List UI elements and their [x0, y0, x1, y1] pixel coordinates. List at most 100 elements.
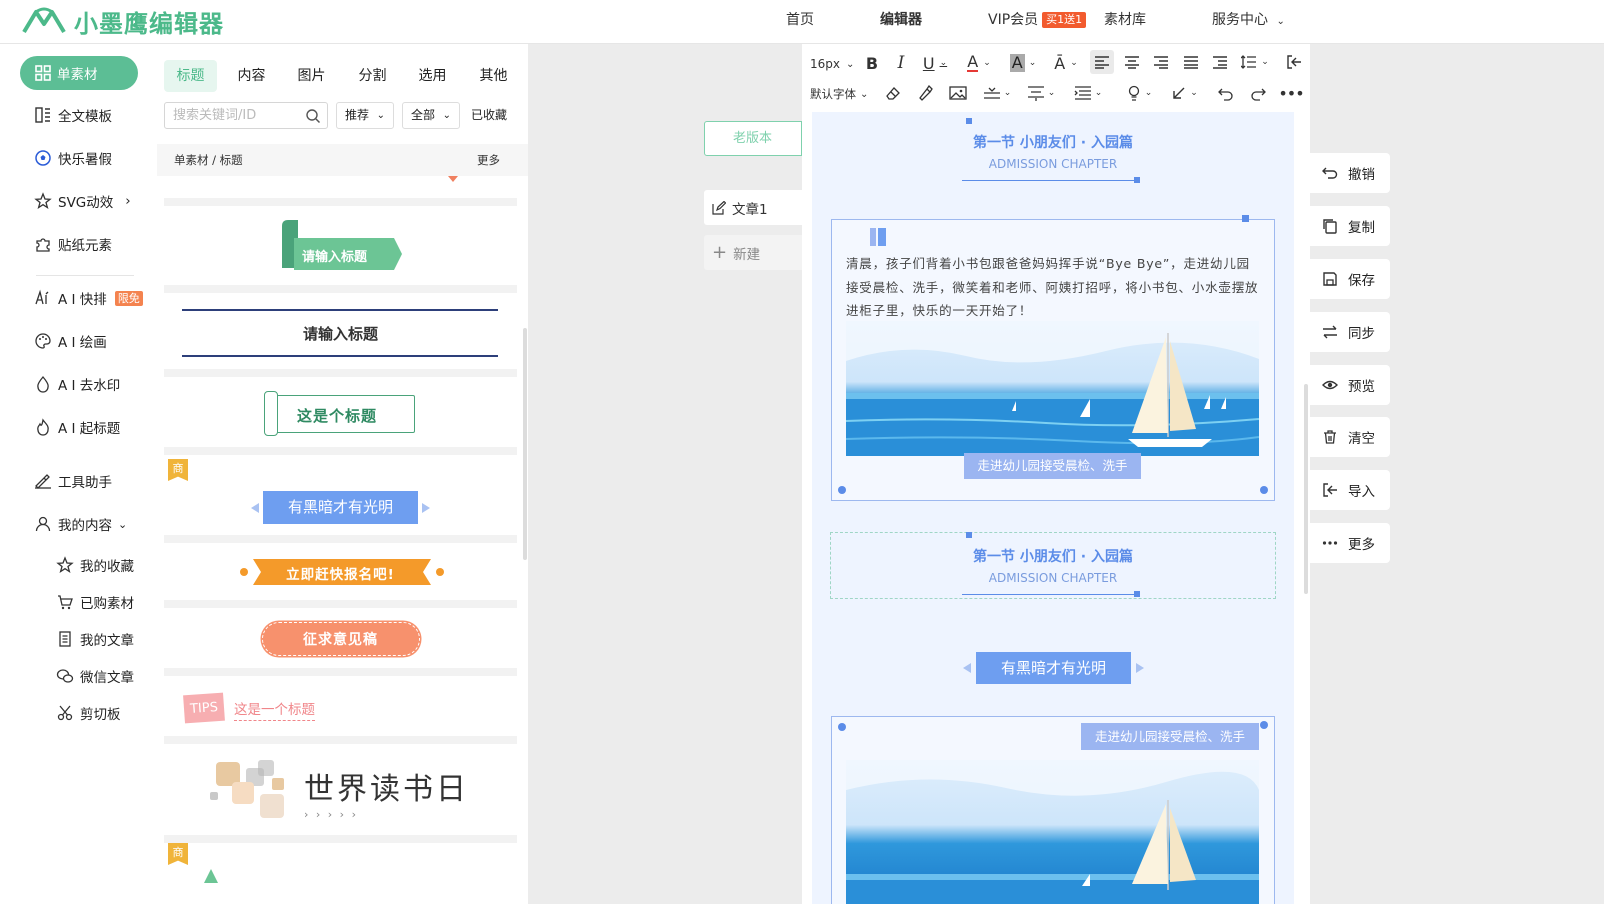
material-card[interactable]: 这是个标题	[164, 377, 517, 455]
align-justify-icon[interactable]	[1179, 50, 1203, 74]
image-icon[interactable]	[947, 82, 969, 104]
tab-title[interactable]: 标题	[164, 60, 217, 92]
more-icon[interactable]: •••	[1278, 82, 1304, 104]
single-material-button[interactable]: 单素材	[20, 56, 138, 90]
sync-tool-button[interactable]: 同步	[1310, 312, 1390, 352]
arrow-down-left-icon[interactable]: ⌄	[1168, 82, 1202, 104]
copy-tool-button[interactable]: 复制	[1310, 206, 1390, 246]
nav-editor[interactable]: 编辑器	[880, 0, 922, 44]
section-subtitle[interactable]: ADMISSION CHAPTER	[812, 157, 1294, 171]
sea-image[interactable]	[846, 321, 1259, 456]
nav-vip[interactable]: VIP会员 买1送1	[988, 0, 1087, 44]
old-version-button[interactable]: 老版本	[704, 121, 802, 156]
italic-icon[interactable]: I	[891, 52, 911, 74]
nav-summer[interactable]: 快乐暑假	[34, 147, 112, 169]
nav-home[interactable]: 首页	[786, 0, 814, 44]
paragraph-spacing-icon[interactable]: ⌄	[1024, 82, 1058, 104]
text-effect-icon[interactable]: Ā ⌄	[1049, 52, 1083, 74]
document-canvas[interactable]: 第一节 小朋友们 · 入园篇 ADMISSION CHAPTER 清晨，孩子们背…	[812, 112, 1294, 904]
material-card[interactable]: 征求意见稿	[164, 608, 517, 676]
resize-handle[interactable]	[1260, 721, 1268, 729]
font-size-select[interactable]: 16px ⌄	[810, 54, 854, 74]
handle[interactable]	[966, 118, 972, 124]
search-icon[interactable]	[305, 108, 321, 124]
resize-handle[interactable]	[838, 723, 846, 731]
nav-my-favorites[interactable]: 我的收藏	[56, 554, 134, 576]
indent-icon[interactable]	[1208, 50, 1232, 74]
sort-dropdown[interactable]: 推荐 ⌄	[336, 102, 394, 129]
save-tool-button[interactable]: 保存	[1310, 259, 1390, 299]
import-tool-button[interactable]: 导入	[1310, 470, 1390, 510]
resize-handle[interactable]	[838, 486, 846, 494]
handle[interactable]	[1134, 177, 1140, 183]
handle[interactable]	[1134, 591, 1140, 597]
format-brush-icon[interactable]	[914, 82, 936, 104]
undo-tool-button[interactable]: 撤销	[1310, 153, 1390, 193]
new-article-button[interactable]: + 新建	[704, 235, 802, 270]
scope-dropdown[interactable]: 全部 ⌄	[402, 102, 460, 129]
material-card[interactable]	[164, 176, 517, 206]
nav-ai-layout[interactable]: A I 快排 限免	[34, 287, 143, 309]
insert-icon[interactable]	[1282, 50, 1306, 74]
nav-my-content[interactable]: 我的内容 ⌄	[34, 513, 127, 535]
nav-ai-watermark[interactable]: A I 去水印	[34, 373, 120, 395]
material-card[interactable]: 商	[164, 843, 517, 904]
more-tool-button[interactable]: 更多	[1310, 523, 1390, 563]
divider-insert-icon[interactable]: ⌄	[980, 82, 1014, 104]
material-card[interactable]: TIPS 这是一个标题	[164, 676, 517, 744]
image-caption[interactable]: 走进幼儿园接受晨检、洗手	[1081, 723, 1259, 750]
material-card[interactable]: 请输入标题	[164, 293, 517, 377]
align-left-icon[interactable]	[1090, 50, 1114, 74]
nav-wechat-articles[interactable]: 微信文章	[56, 665, 134, 687]
material-card[interactable]: 立即赶快报名吧!	[164, 543, 517, 608]
eraser-icon[interactable]	[882, 82, 904, 104]
tab-content[interactable]: 内容	[225, 60, 278, 92]
material-card[interactable]: 请输入标题	[164, 206, 517, 293]
line-height-icon[interactable]: ⌄	[1238, 50, 1272, 74]
favorites-filter[interactable]: 已收藏	[471, 102, 507, 129]
handle[interactable]	[966, 532, 972, 538]
tab-image[interactable]: 图片	[285, 60, 338, 92]
material-card[interactable]: 世界读书日 › › › › ›	[164, 744, 517, 843]
blue-title-block[interactable]: 有黑暗才有光明	[976, 652, 1131, 684]
nav-tools[interactable]: 工具助手	[34, 470, 112, 492]
nav-full-template[interactable]: 全文模板	[34, 104, 112, 126]
align-right-icon[interactable]	[1149, 50, 1173, 74]
resize-handle[interactable]	[1242, 215, 1249, 222]
tab-other[interactable]: 其他	[467, 60, 520, 92]
panel-scrollbar[interactable]	[523, 328, 527, 560]
article-item[interactable]: 文章1	[704, 190, 802, 225]
logo[interactable]: 小墨鹰编辑器	[22, 4, 224, 38]
search-input[interactable]: 搜索关键词/ID	[164, 102, 328, 129]
nav-clipboard[interactable]: 剪切板	[56, 702, 121, 724]
section-title[interactable]: 第一节 小朋友们 · 入园篇	[812, 546, 1294, 566]
nav-library[interactable]: 素材库	[1104, 0, 1146, 44]
nav-svg-animation[interactable]: SVG动效 ›	[34, 190, 131, 212]
body-paragraph[interactable]: 清晨，孩子们背着小书包跟爸爸妈妈挥手说“Bye Bye”，走进幼儿园接受晨检、洗…	[846, 252, 1260, 323]
resize-handle[interactable]	[1260, 486, 1268, 494]
underline-icon[interactable]: U ⌄	[920, 52, 950, 74]
material-card[interactable]: 商 有黑暗才有光明	[164, 455, 517, 543]
font-color-icon[interactable]: A ⌄	[964, 52, 994, 74]
highlight-icon[interactable]: A ⌄	[1006, 52, 1040, 74]
align-center-icon[interactable]	[1120, 50, 1144, 74]
redo-icon[interactable]	[1247, 82, 1269, 104]
section-title[interactable]: 第一节 小朋友们 · 入园篇	[812, 132, 1294, 152]
nav-my-articles[interactable]: 我的文章	[56, 628, 134, 650]
nav-ai-paint[interactable]: A I 绘画	[34, 330, 107, 352]
font-family-select[interactable]: 默认字体 ⌄	[810, 84, 868, 104]
nav-purchased[interactable]: 已购素材	[56, 591, 134, 613]
sea-image[interactable]	[846, 760, 1259, 904]
margin-icon[interactable]: ⌄	[1070, 82, 1106, 104]
bold-icon[interactable]: B	[862, 52, 882, 74]
lightbulb-icon[interactable]: ⌄	[1122, 82, 1156, 104]
editor-scrollbar[interactable]	[1304, 384, 1308, 594]
clear-tool-button[interactable]: 清空	[1310, 417, 1390, 457]
image-caption[interactable]: 走进幼儿园接受晨检、洗手	[964, 453, 1141, 479]
nav-ai-title[interactable]: A I 起标题	[34, 416, 120, 438]
preview-tool-button[interactable]: 预览	[1310, 365, 1390, 405]
tab-divider[interactable]: 分割	[346, 60, 399, 92]
tab-selected[interactable]: 选用	[406, 60, 459, 92]
undo-icon[interactable]	[1215, 82, 1237, 104]
section-subtitle[interactable]: ADMISSION CHAPTER	[812, 571, 1294, 585]
